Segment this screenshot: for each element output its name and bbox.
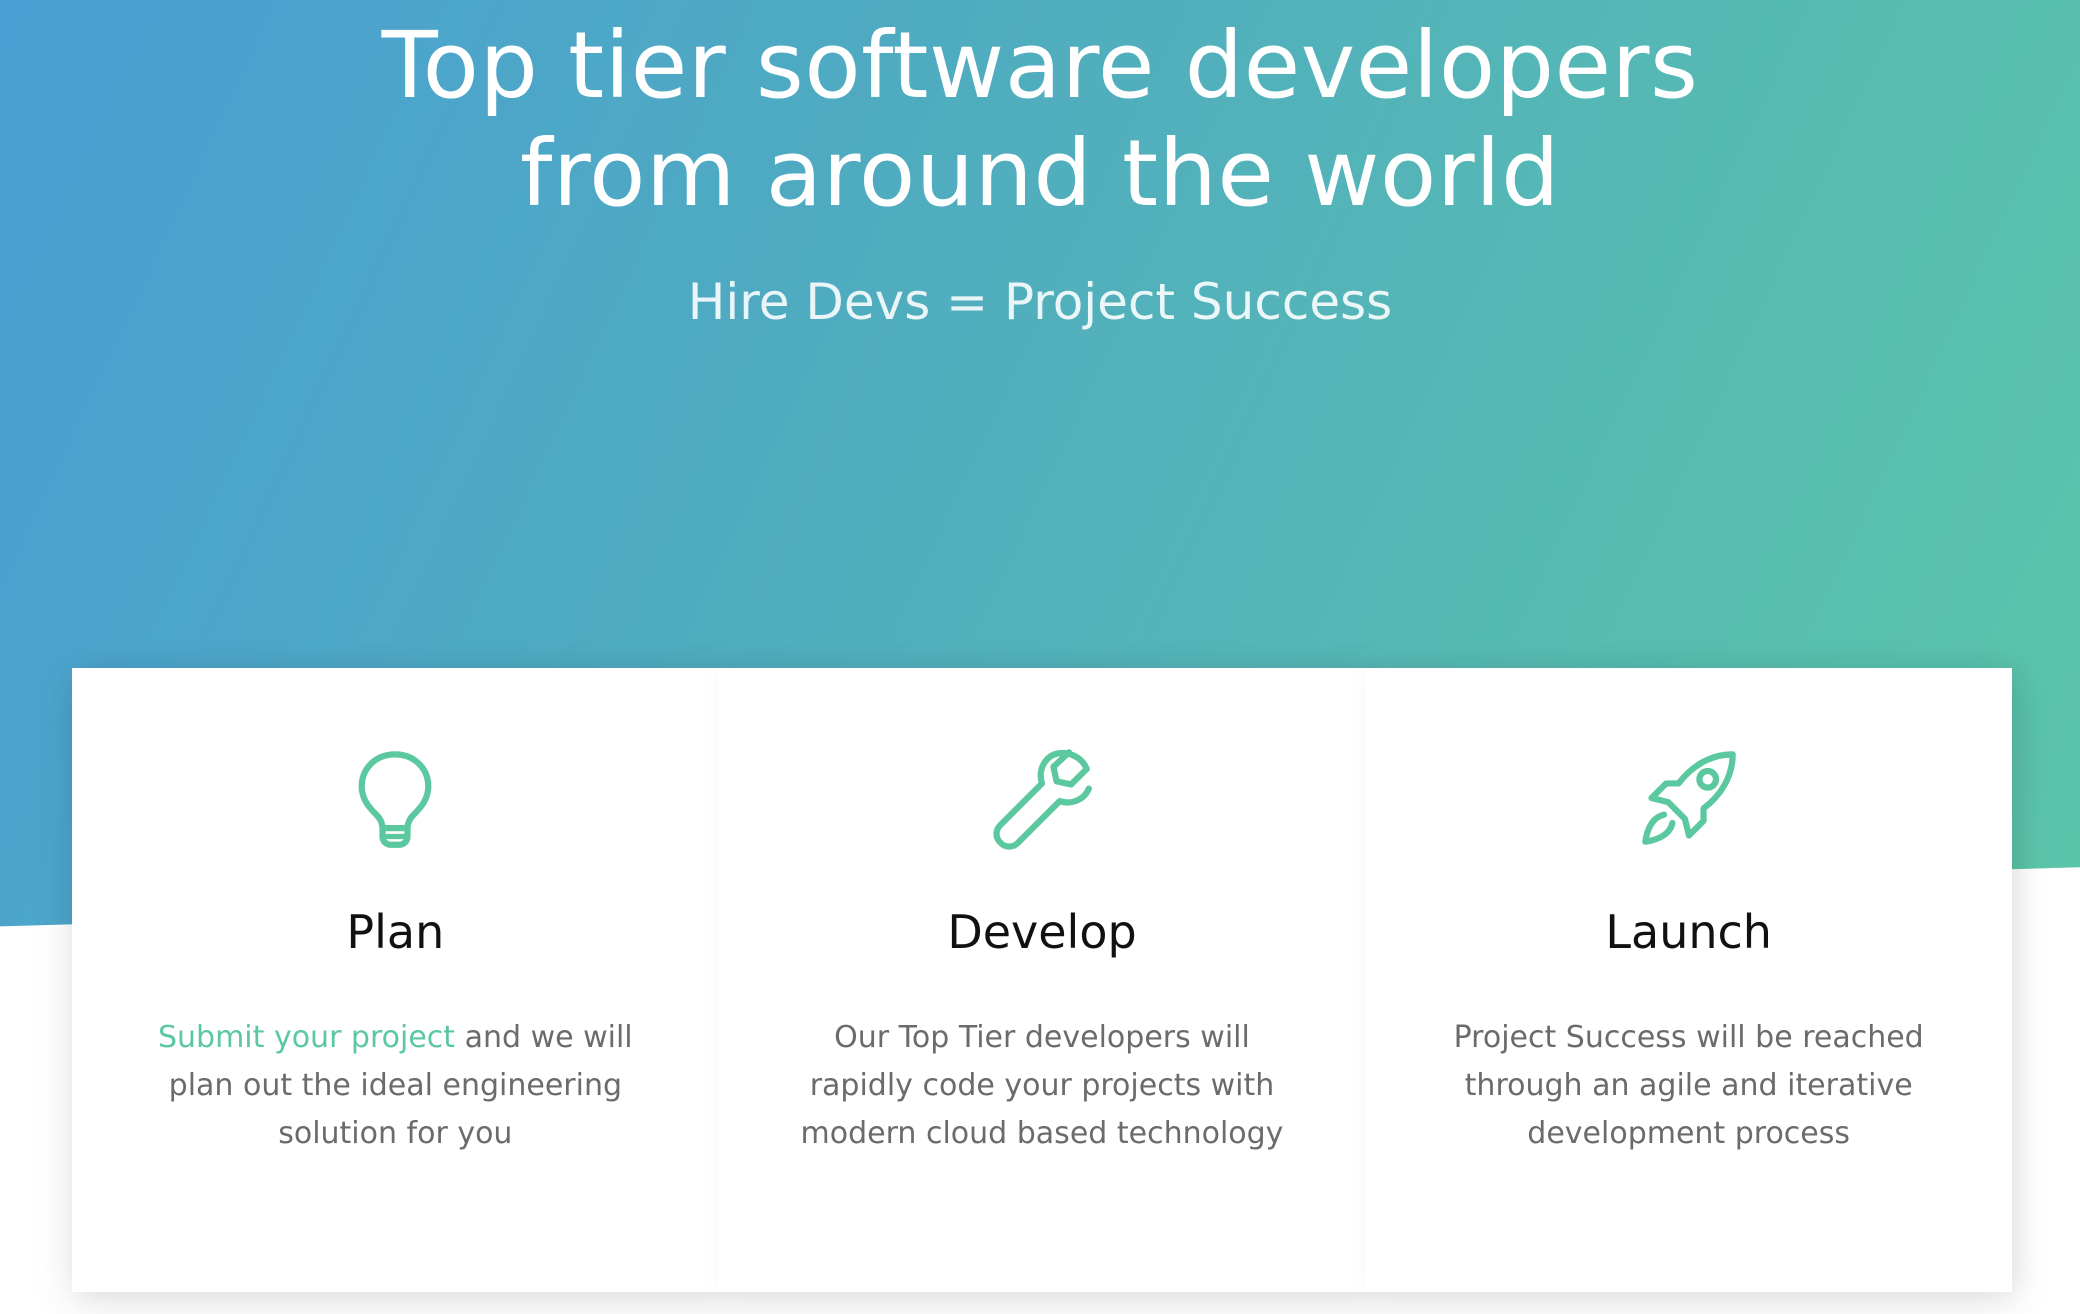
hero-title-line-2: from around the world [519,120,1561,227]
hero-section: Top tier software developers from around… [0,0,2080,332]
card-text-launch: Project Success will be reached through … [1453,1020,1924,1151]
card-title-launch: Launch [1605,905,1772,959]
feature-cards: Plan Submit your project and we will pla… [72,668,2013,1292]
card-develop: Develop Our Top Tier developers will rap… [718,668,1366,1292]
hero-subtitle: Hire Devs = Project Success [687,273,1393,331]
hero-title-line-1: Top tier software developers [381,12,1699,119]
landing-page: Top tier software developers from around… [0,0,2080,1314]
card-plan: Plan Submit your project and we will pla… [72,668,719,1292]
card-text-develop: Our Top Tier developers will rapidly cod… [800,1020,1284,1151]
card-title-plan: Plan [346,905,445,959]
lightbulb-icon [358,751,432,848]
card-title-develop: Develop [947,905,1137,959]
rocket-icon [1641,751,1736,845]
wrench-icon [993,749,1092,850]
hero-title: Top tier software developers from around… [0,0,2080,228]
card-text-plan: Submit your project and we will plan out… [145,1014,645,1158]
submit-project-link[interactable]: Submit your project [158,1020,455,1055]
card-launch: Launch Project Success will be reached t… [1365,668,2013,1292]
